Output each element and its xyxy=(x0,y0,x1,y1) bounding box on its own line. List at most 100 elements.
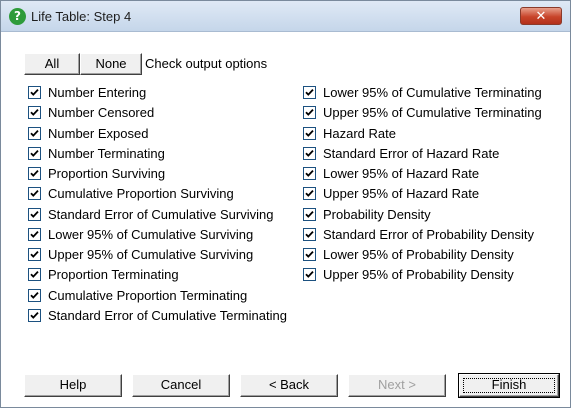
window-title: Life Table: Step 4 xyxy=(31,9,132,24)
checkbox[interactable] xyxy=(303,126,316,140)
help-button[interactable]: Help xyxy=(24,374,122,397)
checkbox[interactable] xyxy=(303,207,316,221)
none-button[interactable]: None xyxy=(80,53,142,75)
all-button[interactable]: All xyxy=(24,53,80,75)
checkmark-icon xyxy=(305,230,314,238)
checkbox-label: Cumulative Proportion Surviving xyxy=(48,186,234,202)
checkbox[interactable] xyxy=(28,167,41,180)
close-icon: ✕ xyxy=(535,9,547,24)
option-upper-95-of-hazard-rate[interactable]: Upper 95% of Hazard Rate xyxy=(303,185,479,202)
checkbox-label: Lower 95% of Hazard Rate xyxy=(323,166,480,181)
checkbox[interactable] xyxy=(303,227,316,241)
option-number-entering[interactable]: Number Entering xyxy=(28,84,146,101)
checkbox-label: Number Entering xyxy=(48,85,147,100)
option-number-terminating[interactable]: Number Terminating xyxy=(28,145,165,162)
checkbox[interactable] xyxy=(28,288,41,302)
checkmark-icon xyxy=(30,109,39,117)
option-cumulative-proportion-surviving[interactable]: Cumulative Proportion Surviving xyxy=(28,185,234,202)
checkmark-icon xyxy=(305,88,314,96)
help-question-icon: ? xyxy=(9,8,26,25)
checkbox-label: Proportion Terminating xyxy=(48,267,179,283)
checkbox-label: Lower 95% of Cumulative Surviving xyxy=(48,226,254,242)
option-proportion-terminating[interactable]: Proportion Terminating xyxy=(28,266,179,283)
checkmark-icon xyxy=(305,109,314,117)
option-standard-error-of-hazard-rate[interactable]: Standard Error of Hazard Rate xyxy=(303,145,499,162)
checkmark-icon xyxy=(30,149,39,157)
checkbox-label: Upper 95% of Cumulative Surviving xyxy=(48,247,254,262)
finish-button[interactable]: Finish xyxy=(458,373,560,398)
option-number-exposed[interactable]: Number Exposed xyxy=(28,125,148,142)
title-bar[interactable]: ? Life Table: Step 4 ✕ xyxy=(1,1,570,32)
checkbox[interactable] xyxy=(28,86,41,99)
checkbox-label: Probability Density xyxy=(323,206,431,222)
checkmark-icon xyxy=(30,129,39,137)
next-button[interactable]: Next > xyxy=(348,374,446,397)
checkmark-icon xyxy=(305,271,314,279)
checkbox[interactable] xyxy=(28,308,41,322)
back-button[interactable]: < Back xyxy=(240,374,338,397)
checkbox-label: Number Censored xyxy=(48,105,155,121)
checkmark-icon xyxy=(30,210,39,218)
checkmark-icon xyxy=(30,230,39,238)
checkmark-icon xyxy=(30,169,39,177)
cancel-button[interactable]: Cancel xyxy=(132,374,230,397)
checkmark-icon xyxy=(305,169,314,177)
checkbox[interactable] xyxy=(28,268,41,282)
checkbox[interactable] xyxy=(28,227,41,241)
checkbox-label: Number Exposed xyxy=(48,125,149,141)
checkmark-icon xyxy=(305,129,314,137)
checkbox-label: Standard Error of Cumulative Surviving xyxy=(48,206,274,222)
option-probability-density[interactable]: Probability Density xyxy=(303,206,431,223)
option-lower-95-of-hazard-rate[interactable]: Lower 95% of Hazard Rate xyxy=(303,165,479,182)
checkbox-label: Upper 95% of Probability Density xyxy=(323,267,514,283)
check-output-label: Check output options xyxy=(145,56,268,71)
checkmark-icon xyxy=(30,311,39,319)
option-number-censored[interactable]: Number Censored xyxy=(28,104,154,121)
option-standard-error-of-cumulative-surviving[interactable]: Standard Error of Cumulative Surviving xyxy=(28,206,273,223)
option-standard-error-of-cumulative-terminating[interactable]: Standard Error of Cumulative Terminating xyxy=(28,307,287,324)
option-hazard-rate[interactable]: Hazard Rate xyxy=(303,125,396,142)
checkmark-icon xyxy=(30,271,39,279)
checkmark-icon xyxy=(305,190,314,198)
option-proportion-surviving[interactable]: Proportion Surviving xyxy=(28,165,165,182)
option-upper-95-of-cumulative-surviving[interactable]: Upper 95% of Cumulative Surviving xyxy=(28,246,253,263)
checkbox[interactable] xyxy=(303,106,316,120)
checkbox[interactable] xyxy=(303,86,316,99)
checkbox-label: Cumulative Proportion Terminating xyxy=(48,287,248,303)
dialog-window: ? Life Table: Step 4 ✕ All None Check ou… xyxy=(0,0,571,408)
checkbox[interactable] xyxy=(303,167,316,180)
checkmark-icon xyxy=(30,250,39,258)
checkbox-label: Upper 95% of Hazard Rate xyxy=(323,186,480,202)
option-upper-95-of-cumulative-terminating[interactable]: Upper 95% of Cumulative Terminating xyxy=(303,104,542,121)
checkbox-label: Hazard Rate xyxy=(323,125,396,141)
checkbox[interactable] xyxy=(28,187,41,201)
checkbox-label: Upper 95% of Cumulative Terminating xyxy=(323,105,542,121)
option-standard-error-of-probability-density[interactable]: Standard Error of Probability Density xyxy=(303,226,534,243)
checkbox[interactable] xyxy=(303,146,316,160)
checkbox[interactable] xyxy=(28,106,41,120)
checkbox[interactable] xyxy=(303,187,316,201)
checkmark-icon xyxy=(305,210,314,218)
checkbox[interactable] xyxy=(28,126,41,140)
checkmark-icon xyxy=(30,88,39,96)
checkmark-icon xyxy=(30,291,39,299)
option-lower-95-of-probability-density[interactable]: Lower 95% of Probability Density xyxy=(303,246,514,263)
checkmark-icon xyxy=(305,250,314,258)
option-upper-95-of-probability-density[interactable]: Upper 95% of Probability Density xyxy=(303,266,514,283)
checkbox-label: Lower 95% of Cumulative Terminating xyxy=(323,85,542,100)
checkbox[interactable] xyxy=(28,248,41,261)
close-button[interactable]: ✕ xyxy=(520,7,562,25)
checkbox[interactable] xyxy=(28,146,41,160)
checkbox-label: Lower 95% of Probability Density xyxy=(323,247,514,262)
checkmark-icon xyxy=(30,190,39,198)
option-lower-95-of-cumulative-terminating[interactable]: Lower 95% of Cumulative Terminating xyxy=(303,84,542,101)
checkbox-label: Standard Error of Probability Density xyxy=(323,226,534,242)
checkbox[interactable] xyxy=(28,207,41,221)
option-lower-95-of-cumulative-surviving[interactable]: Lower 95% of Cumulative Surviving xyxy=(28,226,253,243)
checkbox[interactable] xyxy=(303,248,316,261)
checkbox-label: Standard Error of Hazard Rate xyxy=(323,145,500,161)
option-cumulative-proportion-terminating[interactable]: Cumulative Proportion Terminating xyxy=(28,287,247,304)
dialog-content: All None Check output options Number Ent… xyxy=(1,32,570,407)
checkbox[interactable] xyxy=(303,268,316,282)
checkmark-icon xyxy=(305,149,314,157)
